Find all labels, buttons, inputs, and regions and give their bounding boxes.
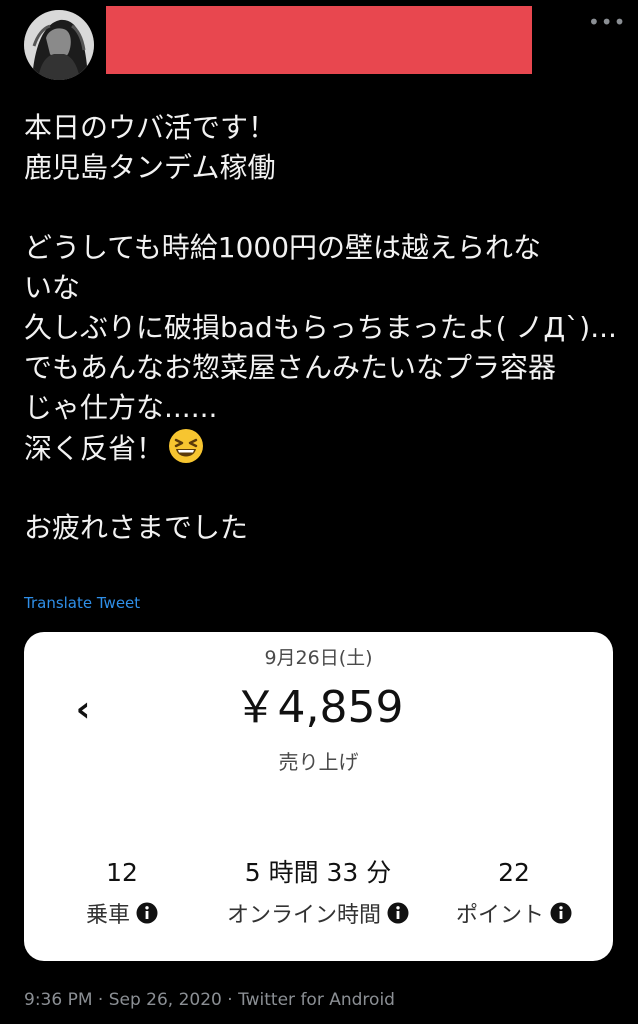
- tweet-line: 久しぶりに破損badもらっちまったよ( ノД`)...: [24, 311, 617, 344]
- stat-label: オンライン時間: [226, 903, 381, 928]
- tweet-line: 鹿児島タンデム稼働: [24, 151, 276, 184]
- tweet-line: いな: [24, 271, 81, 304]
- tweet-line: じゃ仕方な......: [24, 391, 218, 424]
- info-icon[interactable]: [387, 902, 409, 934]
- earnings-amount: ￥4,859: [233, 682, 404, 733]
- sales-label: 売り上げ: [278, 750, 359, 774]
- redacted-username: [106, 6, 532, 74]
- card-date: 9月26日(土): [264, 647, 373, 669]
- translate-tweet-link[interactable]: Translate Tweet: [24, 592, 140, 614]
- more-options-icon[interactable]: •••: [588, 12, 625, 32]
- stat-online-time: 5 時間 33 分 オンライン時間: [220, 856, 416, 934]
- tweet-text: 本日のウバ活です！ 鹿児島タンデム稼働 どうしても時給1000円の壁は越えられな…: [24, 108, 624, 548]
- stat-rides: 12 乗車: [24, 856, 220, 934]
- earnings-card[interactable]: 9月26日(土) ‹ ￥4,859 売り上げ 12 乗車 5 時間 33 分 オ…: [24, 632, 613, 961]
- stat-label-row: ポイント: [416, 900, 612, 934]
- tweet-line: でもあんなお惣菜屋さんみたいなプラ容器: [24, 351, 557, 384]
- stat-points: 22 ポイント: [416, 856, 612, 934]
- stat-label-row: オンライン時間: [220, 900, 416, 934]
- tweet-line: 本日のウバ活です！: [24, 111, 277, 144]
- tweet-line-with-emoji: 深く反省！: [24, 428, 624, 468]
- tweet-timestamp[interactable]: 9:36 PM · Sep 26, 2020 · Twitter for And…: [24, 988, 395, 1012]
- tweet-line: お疲れさまでした: [24, 511, 249, 544]
- tweet-line: どうしても時給1000円の壁は越えられな: [24, 231, 542, 264]
- stat-label: 乗車: [85, 903, 130, 928]
- info-icon[interactable]: [550, 902, 572, 934]
- stat-label-row: 乗車: [24, 900, 220, 934]
- stat-label: ポイント: [455, 903, 544, 928]
- tweet-line-text: 深く反省！: [24, 432, 165, 465]
- avatar-image: [24, 10, 94, 80]
- avatar[interactable]: [24, 10, 94, 80]
- stat-value: 5 時間 33 分: [244, 858, 392, 887]
- stat-value: 22: [498, 858, 530, 887]
- grinning-squinting-face-emoji-icon: [168, 428, 204, 475]
- stat-value: 12: [106, 858, 138, 887]
- info-icon[interactable]: [136, 902, 158, 934]
